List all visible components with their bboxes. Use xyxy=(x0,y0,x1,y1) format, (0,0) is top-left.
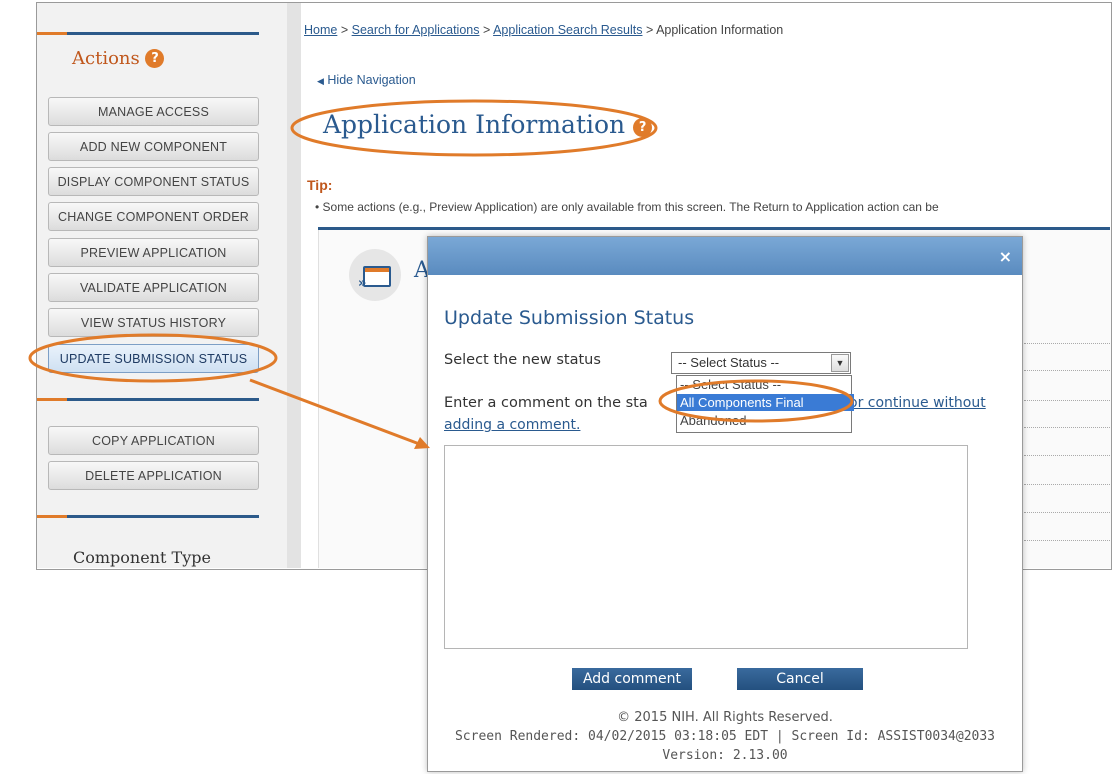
arrow-line xyxy=(249,378,423,447)
annotation-overlay xyxy=(28,99,854,449)
option-highlight-ellipse xyxy=(658,379,854,423)
button-highlight-ellipse xyxy=(28,333,278,383)
title-highlight-ellipse xyxy=(290,99,658,157)
